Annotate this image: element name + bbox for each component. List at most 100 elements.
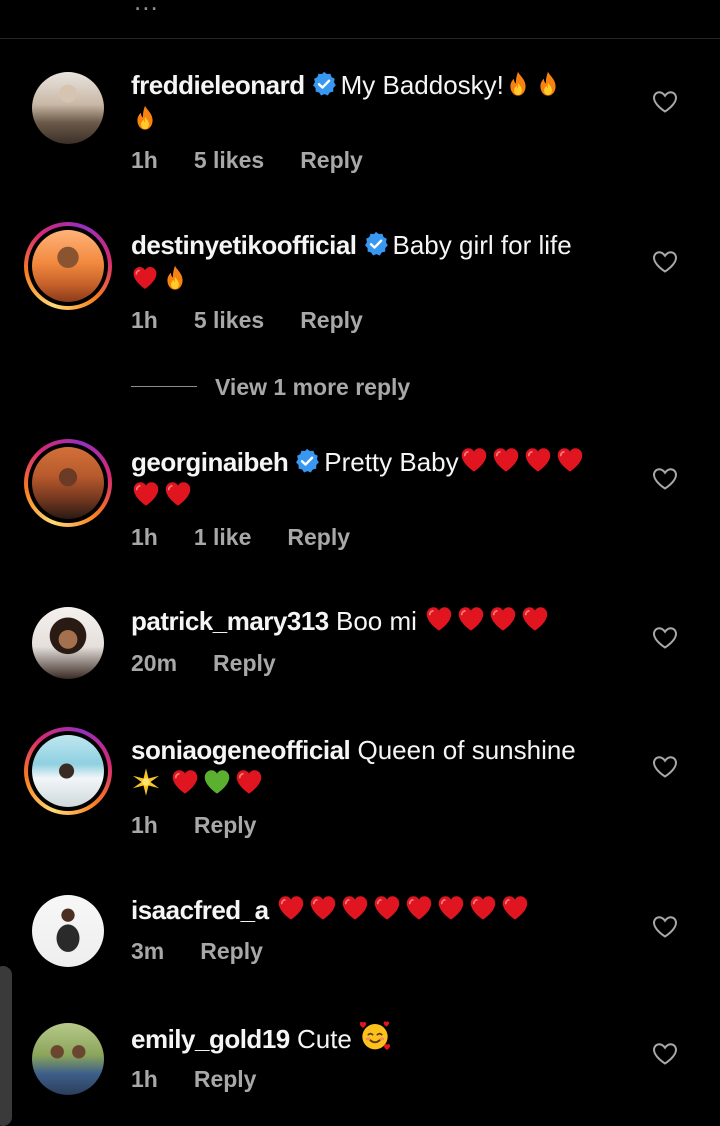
reply-button[interactable]: Reply: [300, 147, 363, 173]
red-heart-emoji-icon: [234, 767, 264, 797]
smiling-face-with-hearts-emoji-icon: [359, 1020, 391, 1052]
comment-meta: 1h 1 like Reply: [131, 524, 386, 551]
avatar[interactable]: [24, 222, 112, 310]
red-heart-emoji-icon: [456, 604, 486, 634]
avatar-photo-icon: [32, 72, 104, 144]
comment-time: 1h: [131, 147, 158, 173]
red-heart-emoji-icon: [276, 893, 306, 923]
green-heart-emoji-icon: [202, 767, 232, 797]
comment-item: patrick_mary313 Boo mi 20m Reply: [0, 604, 720, 684]
red-heart-emoji-icon: [523, 445, 553, 475]
username[interactable]: freddieleonard: [131, 70, 305, 100]
comment-meta: 1h Reply: [131, 812, 292, 839]
edge-swipe-handle[interactable]: [0, 966, 12, 1126]
likes-count[interactable]: 5 likes: [194, 147, 264, 173]
red-heart-emoji-icon: [424, 604, 454, 634]
comment-time: 1h: [131, 524, 158, 550]
avatar[interactable]: [24, 439, 112, 527]
reply-button[interactable]: Reply: [213, 650, 276, 676]
divider-line: [131, 386, 197, 387]
comment-text: Baby girl for life: [392, 230, 572, 260]
red-heart-emoji-icon: [488, 604, 518, 634]
comment-body: emily_gold19 Cute: [131, 1020, 631, 1056]
ellipsis-indicator: ...: [134, 0, 159, 16]
like-heart-outline-icon[interactable]: [652, 755, 678, 779]
top-bar: ...: [0, 0, 720, 39]
verified-badge-icon: [294, 448, 320, 474]
red-heart-emoji-icon: [308, 893, 338, 923]
comment-item: emily_gold19 Cute 1h Reply: [0, 1020, 720, 1100]
red-heart-emoji-icon: [163, 479, 193, 509]
fire-emoji-icon: [534, 70, 562, 98]
verified-badge-icon: [363, 231, 389, 257]
avatar[interactable]: [32, 1023, 104, 1095]
comment-body: patrick_mary313 Boo mi: [131, 604, 631, 638]
avatar-photo-icon: [32, 607, 104, 679]
comment-meta: 1h Reply: [131, 1066, 292, 1093]
reply-button[interactable]: Reply: [287, 524, 350, 550]
username[interactable]: isaacfred_a: [131, 895, 269, 925]
view-more-replies-label[interactable]: View 1 more reply: [215, 374, 410, 401]
red-heart-emoji-icon: [459, 445, 489, 475]
comment-meta: 20m Reply: [131, 650, 312, 677]
comment-body: soniaogeneofficial Queen of sunshine: [131, 733, 631, 801]
reply-button[interactable]: Reply: [200, 938, 263, 964]
red-heart-emoji-icon: [131, 264, 159, 292]
avatar-photo-icon: [32, 230, 104, 302]
reply-button[interactable]: Reply: [194, 812, 257, 838]
comment-item: georginaibeh Pretty Baby 1h 1 like Reply: [0, 439, 720, 555]
avatar[interactable]: [32, 72, 104, 144]
red-heart-emoji-icon: [436, 893, 466, 923]
fire-emoji-icon: [161, 264, 189, 292]
like-heart-outline-icon[interactable]: [652, 250, 678, 274]
likes-count[interactable]: 5 likes: [194, 307, 264, 333]
avatar-photo-icon: [32, 1023, 104, 1095]
red-heart-emoji-icon: [340, 893, 370, 923]
comment-time: 1h: [131, 812, 158, 838]
red-heart-emoji-icon: [170, 767, 200, 797]
comment-body: freddieleonard My Baddosky!: [131, 68, 631, 136]
red-heart-emoji-icon: [468, 893, 498, 923]
avatar[interactable]: [32, 607, 104, 679]
comment-item: soniaogeneofficial Queen of sunshine 1h R…: [0, 727, 720, 843]
comment-text: Cute: [296, 1024, 352, 1054]
username[interactable]: georginaibeh: [131, 447, 289, 477]
comment-time: 20m: [131, 650, 178, 676]
comment-time: 1h: [131, 1066, 158, 1092]
username[interactable]: patrick_mary313: [131, 606, 329, 636]
username[interactable]: soniaogeneofficial: [131, 735, 351, 765]
username[interactable]: emily_gold19: [131, 1024, 290, 1054]
like-heart-outline-icon[interactable]: [652, 626, 678, 650]
like-heart-outline-icon[interactable]: [652, 1042, 678, 1066]
comment-item: freddieleonard My Baddosky! 1h 5 likes Repl…: [0, 68, 720, 178]
red-heart-emoji-icon: [500, 893, 530, 923]
avatar-photo-icon: [32, 735, 104, 807]
comment-meta: 1h 5 likes Reply: [131, 307, 399, 334]
avatar[interactable]: [32, 895, 104, 967]
comment-text: Pretty Baby: [324, 447, 459, 477]
sparkle-emoji-icon: [131, 767, 161, 797]
avatar[interactable]: [24, 727, 112, 815]
fire-emoji-icon: [504, 70, 532, 98]
red-heart-emoji-icon: [555, 445, 585, 475]
likes-count[interactable]: 1 like: [194, 524, 252, 550]
avatar-photo-icon: [32, 447, 104, 519]
like-heart-outline-icon[interactable]: [652, 915, 678, 939]
verified-badge-icon: [311, 71, 337, 97]
red-heart-emoji-icon: [491, 445, 521, 475]
comment-time: 3m: [131, 938, 165, 964]
comment-text: Boo mi: [336, 606, 417, 636]
comment-item: destinyetikoofficial Baby girl for life 1…: [0, 222, 720, 338]
comment-text: My Baddosky!: [340, 70, 504, 100]
avatar-photo-icon: [32, 895, 104, 967]
reply-button[interactable]: Reply: [300, 307, 363, 333]
comment-body: destinyetikoofficial Baby girl for life: [131, 228, 631, 296]
comment-meta: 3m Reply: [131, 938, 299, 965]
comment-meta: 1h 5 likes Reply: [131, 147, 399, 174]
comment-item: isaacfred_a 3m Reply: [0, 893, 720, 973]
like-heart-outline-icon[interactable]: [652, 90, 678, 114]
username[interactable]: destinyetikoofficial: [131, 230, 357, 260]
red-heart-emoji-icon: [131, 479, 161, 509]
reply-button[interactable]: Reply: [194, 1066, 257, 1092]
like-heart-outline-icon[interactable]: [652, 467, 678, 491]
